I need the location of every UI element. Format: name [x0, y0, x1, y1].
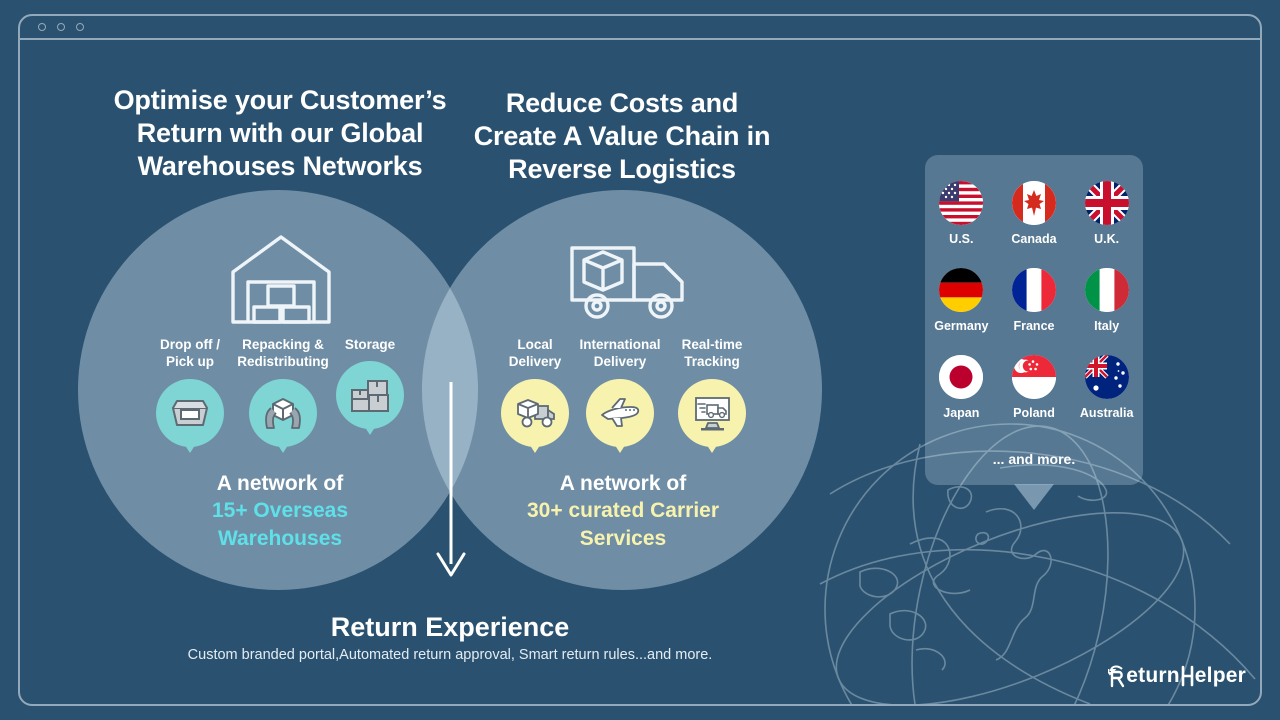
- country-label: Canada: [1011, 232, 1057, 246]
- country-item-japan[interactable]: Japan: [925, 355, 998, 420]
- feature-label: International Delivery: [579, 337, 661, 370]
- stacked-boxes-icon: [336, 361, 404, 429]
- headline-right: Reduce Costs and Create A Value Chain in…: [473, 88, 771, 184]
- network-caption-lead: A network of: [216, 472, 344, 495]
- country-flag-grid: U.S. Canada U.K. Germany France Italy Ja…: [925, 181, 1143, 420]
- feature-realtime-tracking[interactable]: Real-time Tracking: [672, 336, 752, 453]
- feature-label: Real-time Tracking: [681, 337, 743, 370]
- return-experience-subtitle: Custom branded portal,Automated return a…: [187, 647, 713, 663]
- flag-japan-icon: [939, 355, 984, 399]
- country-label: Japan: [943, 406, 980, 420]
- network-caption-highlight: 30+ curated Carrier Services: [526, 499, 720, 550]
- flag-singapore-icon: [1011, 355, 1056, 399]
- flag-united-states-icon: [939, 181, 984, 225]
- return-experience-title: Return Experience: [330, 612, 570, 642]
- hands-holding-box-icon: [249, 379, 317, 447]
- slide-canvas: Optimise your Customer’s Return with our…: [0, 0, 1280, 720]
- warehouse-icon: [231, 235, 331, 324]
- feature-label: Repacking & Redistributing: [237, 337, 329, 370]
- country-item-canada[interactable]: Canada: [998, 181, 1071, 246]
- network-caption-carriers: A network of 30+ curated Carrier Service…: [498, 470, 748, 552]
- box-tray-icon: [156, 379, 224, 447]
- country-item-italy[interactable]: Italy: [1070, 268, 1143, 333]
- truck-parcel-icon: [501, 379, 569, 447]
- flag-italy-icon: [1084, 268, 1129, 312]
- country-item-france[interactable]: France: [998, 268, 1071, 333]
- country-item-poland[interactable]: Poland: [998, 355, 1071, 420]
- network-caption-warehouses: A network of 15+ Overseas Warehouses: [155, 470, 405, 552]
- country-item-australia[interactable]: Australia: [1070, 355, 1143, 420]
- country-label: Germany: [934, 319, 989, 333]
- flag-canada-icon: [1011, 181, 1056, 225]
- flag-australia-icon: [1084, 355, 1129, 399]
- return-arrow-r-icon: [1108, 665, 1125, 688]
- feature-dropoff-pickup[interactable]: Drop off / Pick up: [148, 336, 232, 453]
- country-label: Australia: [1079, 406, 1134, 420]
- feature-label: Storage: [344, 337, 396, 352]
- brand-name-part1: eturn: [1126, 664, 1180, 687]
- and-more-label: ... and more.: [992, 451, 1076, 467]
- country-item-germany[interactable]: Germany: [925, 268, 998, 333]
- country-panel-pointer: [1014, 484, 1054, 510]
- window-dot-maximize-icon[interactable]: [76, 23, 84, 31]
- feature-repacking-redistributing[interactable]: Repacking & Redistributing: [229, 336, 337, 453]
- delivery-truck-icon: [570, 246, 684, 319]
- country-panel: U.S. Canada U.K. Germany France Italy Ja…: [925, 155, 1143, 485]
- country-label: Poland: [1013, 406, 1055, 420]
- country-label: Italy: [1094, 319, 1120, 333]
- country-label: France: [1013, 319, 1055, 333]
- feature-local-delivery[interactable]: Local Delivery: [495, 336, 575, 453]
- country-label: U.S.: [949, 232, 974, 246]
- feature-international-delivery[interactable]: International Delivery: [570, 336, 670, 453]
- airplane-icon: [586, 379, 654, 447]
- flow-down-arrow-icon: [436, 382, 466, 577]
- feature-label: Drop off / Pick up: [160, 337, 220, 370]
- flag-germany-icon: [939, 268, 984, 312]
- brand-h-letter: [1181, 665, 1194, 687]
- browser-titlebar: [18, 14, 1262, 40]
- window-control-dots[interactable]: [38, 23, 84, 31]
- headline-left: Optimise your Customer’s Return with our…: [113, 85, 447, 181]
- country-item-us[interactable]: U.S.: [925, 181, 998, 246]
- network-caption-highlight: 15+ Overseas Warehouses: [211, 499, 349, 550]
- window-dot-minimize-icon[interactable]: [57, 23, 65, 31]
- flag-france-icon: [1011, 268, 1056, 312]
- country-item-uk[interactable]: U.K.: [1070, 181, 1143, 246]
- feature-label: Local Delivery: [508, 337, 562, 370]
- monitor-truck-tracking-icon: [678, 379, 746, 447]
- brand-name-part2: elper: [1194, 664, 1246, 687]
- network-caption-lead: A network of: [559, 472, 687, 495]
- flag-united-kingdom-icon: [1084, 181, 1129, 225]
- brand-logo: eturn elper: [1108, 664, 1246, 688]
- feature-storage[interactable]: Storage: [335, 336, 405, 436]
- window-dot-close-icon[interactable]: [38, 23, 46, 31]
- country-label: U.K.: [1094, 232, 1120, 246]
